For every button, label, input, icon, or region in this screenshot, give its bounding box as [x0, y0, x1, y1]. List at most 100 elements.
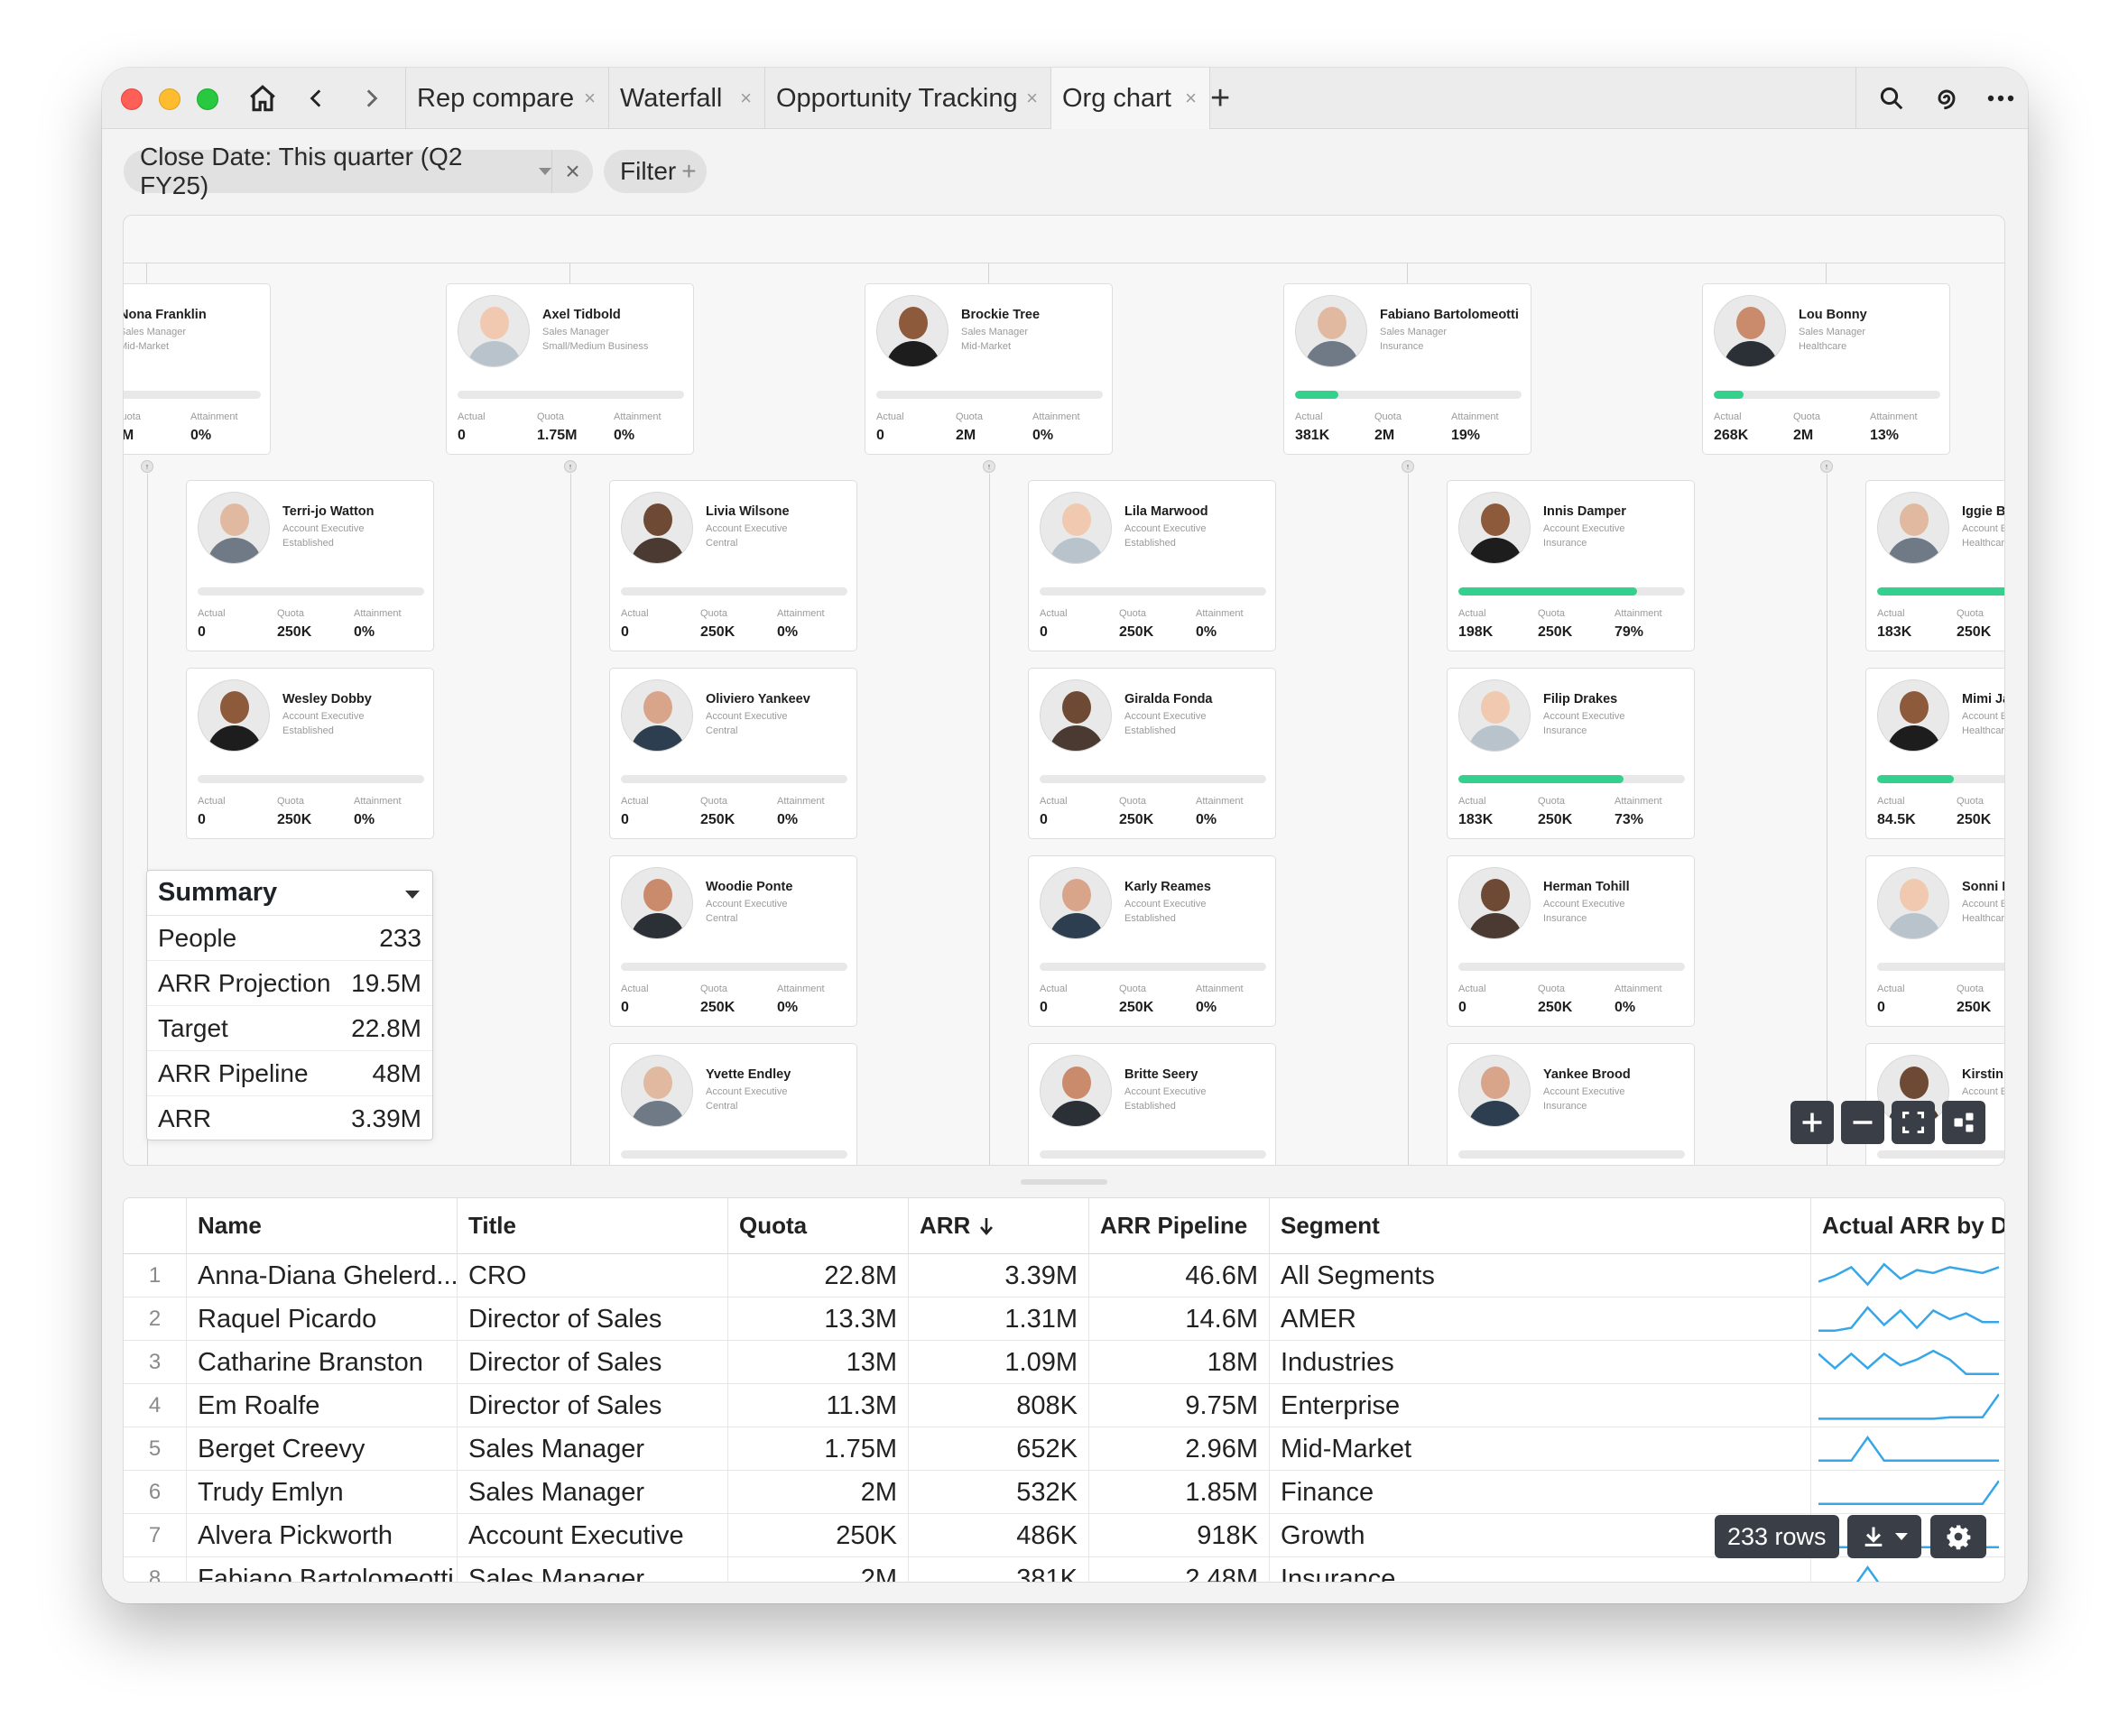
fit-view-button[interactable]: [1892, 1101, 1935, 1144]
title-cell[interactable]: Sales Manager: [458, 1427, 728, 1471]
rep-card[interactable]: Yankee Brood Account Executive Insurance: [1447, 1043, 1695, 1165]
chevron-down-icon[interactable]: [405, 891, 420, 899]
zoom-in-button[interactable]: [1790, 1101, 1834, 1144]
arr-cell[interactable]: 808K: [909, 1384, 1089, 1427]
title-cell[interactable]: Sales Manager: [458, 1557, 728, 1582]
close-icon[interactable]: ×: [740, 88, 752, 108]
segment-cell[interactable]: Finance: [1270, 1471, 1811, 1514]
rep-card[interactable]: Britte Seery Account Executive Established: [1028, 1043, 1276, 1165]
arr-cell[interactable]: 1.31M: [909, 1297, 1089, 1341]
collapse-node-icon[interactable]: ↑: [1402, 460, 1414, 473]
rep-card[interactable]: Herman Tohill Account Executive Insurance A…: [1447, 855, 1695, 1027]
name-cell[interactable]: Raquel Picardo: [187, 1297, 458, 1341]
name-cell[interactable]: Fabiano Bartolomeotti: [187, 1557, 458, 1582]
table-row[interactable]: 6 Trudy Emlyn Sales Manager 2M 532K 1.85M Fina…: [124, 1471, 2004, 1514]
arr-cell[interactable]: 3.39M: [909, 1254, 1089, 1297]
segment-cell[interactable]: AMER: [1270, 1297, 1811, 1341]
arr-cell[interactable]: 381K: [909, 1557, 1089, 1582]
row-number[interactable]: 4: [124, 1384, 187, 1427]
column-header-actual-arr-by-day[interactable]: Actual ARR by Day: [1811, 1198, 2004, 1254]
more-button[interactable]: [1983, 80, 2019, 116]
rep-card[interactable]: Oliviero Yankeev Account Executive Central…: [609, 668, 857, 839]
rep-card[interactable]: Yvette Endley Account Executive Central: [609, 1043, 857, 1165]
row-number[interactable]: 5: [124, 1427, 187, 1471]
pipeline-cell[interactable]: 2.96M: [1089, 1427, 1270, 1471]
collapse-node-icon[interactable]: ↑: [1820, 460, 1833, 473]
rep-card[interactable]: Lila Marwood Account Executive Established…: [1028, 480, 1276, 651]
pipeline-cell[interactable]: 1.85M: [1089, 1471, 1270, 1514]
table-row[interactable]: 1 Anna-Diana Ghelerd... CRO 22.8M 3.39M 46.6M…: [124, 1254, 2004, 1297]
close-icon[interactable]: ×: [1026, 88, 1038, 108]
title-cell[interactable]: Account Executive: [458, 1514, 728, 1557]
tab-waterfall[interactable]: Waterfall ×: [608, 68, 764, 129]
table-row[interactable]: 8 Fabiano Bartolomeotti Sales Manager 2M 381…: [124, 1557, 2004, 1582]
name-cell[interactable]: Em Roalfe: [187, 1384, 458, 1427]
name-cell[interactable]: Catharine Branston: [187, 1341, 458, 1384]
row-number[interactable]: 7: [124, 1514, 187, 1557]
segment-cell[interactable]: Industries: [1270, 1341, 1811, 1384]
manager-card[interactable]: Brockie Tree Sales Manager Mid-Market Actua…: [865, 283, 1113, 455]
rep-card[interactable]: Karly Reames Account Executive Established…: [1028, 855, 1276, 1027]
quota-cell[interactable]: 13.3M: [728, 1297, 909, 1341]
title-cell[interactable]: Director of Sales: [458, 1297, 728, 1341]
search-button[interactable]: [1874, 80, 1910, 116]
manager-card[interactable]: Lou Bonny Sales Manager Healthcare Actual 26…: [1702, 283, 1950, 455]
name-cell[interactable]: Berget Creevy: [187, 1427, 458, 1471]
rep-card[interactable]: Giralda Fonda Account Executive Establishe…: [1028, 668, 1276, 839]
home-button[interactable]: [245, 80, 281, 116]
rep-card[interactable]: Livia Wilsone Account Executive Central Act…: [609, 480, 857, 651]
manager-card[interactable]: Fabiano Bartolomeotti Sales Manager Insura…: [1283, 283, 1531, 455]
layout-button[interactable]: [1942, 1101, 1985, 1144]
row-number[interactable]: 2: [124, 1297, 187, 1341]
table-row[interactable]: 2 Raquel Picardo Director of Sales 13.3M 1.3…: [124, 1297, 2004, 1341]
resize-handle[interactable]: [1021, 1179, 1107, 1185]
rep-card[interactable]: Mimi Jacol Account Execu Healthcare Actual 8…: [1865, 668, 2004, 839]
column-header-quota[interactable]: Quota: [728, 1198, 909, 1254]
rep-card[interactable]: Sonni Boar Account Execu Healthcare Actual 0…: [1865, 855, 2004, 1027]
collapse-node-icon[interactable]: ↑: [141, 460, 153, 473]
close-icon[interactable]: ×: [584, 88, 596, 108]
arr-cell[interactable]: 486K: [909, 1514, 1089, 1557]
title-cell[interactable]: Director of Sales: [458, 1384, 728, 1427]
zoom-window-button[interactable]: [197, 88, 218, 110]
rep-card[interactable]: Iggie Blanc Account Execu Healthcare Actual…: [1865, 480, 2004, 651]
collapse-node-icon[interactable]: ↑: [983, 460, 995, 473]
tab-opportunity-tracking[interactable]: Opportunity Tracking ×: [764, 68, 1050, 129]
collapse-node-icon[interactable]: ↑: [564, 460, 577, 473]
segment-cell[interactable]: Insurance: [1270, 1557, 1811, 1582]
add-filter-button[interactable]: Filter +: [604, 150, 707, 193]
table-row[interactable]: 4 Em Roalfe Director of Sales 11.3M 808K 9.75…: [124, 1384, 2004, 1427]
row-number[interactable]: 8: [124, 1557, 187, 1582]
rep-card[interactable]: Filip Drakes Account Executive Insurance Ac…: [1447, 668, 1695, 839]
tab-org-chart[interactable]: Org chart ×: [1050, 68, 1210, 129]
title-cell[interactable]: CRO: [458, 1254, 728, 1297]
download-button[interactable]: [1847, 1515, 1921, 1558]
column-header-segment[interactable]: Segment: [1270, 1198, 1811, 1254]
row-number[interactable]: 6: [124, 1471, 187, 1514]
zoom-out-button[interactable]: [1841, 1101, 1884, 1144]
minimize-window-button[interactable]: [159, 88, 180, 110]
name-cell[interactable]: Anna-Diana Ghelerd...: [187, 1254, 458, 1297]
quota-cell[interactable]: 11.3M: [728, 1384, 909, 1427]
pipeline-cell[interactable]: 46.6M: [1089, 1254, 1270, 1297]
quota-cell[interactable]: 13M: [728, 1341, 909, 1384]
column-header-arr-pipeline[interactable]: ARR Pipeline: [1089, 1198, 1270, 1254]
manager-card[interactable]: Axel Tidbold Sales Manager Small/Medium Bu…: [446, 283, 694, 455]
quota-cell[interactable]: 2M: [728, 1471, 909, 1514]
assistant-button[interactable]: [1929, 80, 1965, 116]
title-cell[interactable]: Sales Manager: [458, 1471, 728, 1514]
column-header-title[interactable]: Title: [458, 1198, 728, 1254]
rep-card[interactable]: Terri-jo Watton Account Executive Establis…: [186, 480, 434, 651]
segment-cell[interactable]: Mid-Market: [1270, 1427, 1811, 1471]
column-header-name[interactable]: Name: [187, 1198, 458, 1254]
close-date-filter[interactable]: Close Date: This quarter (Q2 FY25): [124, 143, 551, 199]
row-number[interactable]: 3: [124, 1341, 187, 1384]
name-cell[interactable]: Trudy Emlyn: [187, 1471, 458, 1514]
segment-cell[interactable]: All Segments: [1270, 1254, 1811, 1297]
close-icon[interactable]: ×: [1185, 88, 1197, 108]
table-row[interactable]: 3 Catharine Branston Director of Sales 13M 1…: [124, 1341, 2004, 1384]
column-header-arr[interactable]: ARR: [909, 1198, 1089, 1254]
pipeline-cell[interactable]: 918K: [1089, 1514, 1270, 1557]
pipeline-cell[interactable]: 18M: [1089, 1341, 1270, 1384]
segment-cell[interactable]: Enterprise: [1270, 1384, 1811, 1427]
